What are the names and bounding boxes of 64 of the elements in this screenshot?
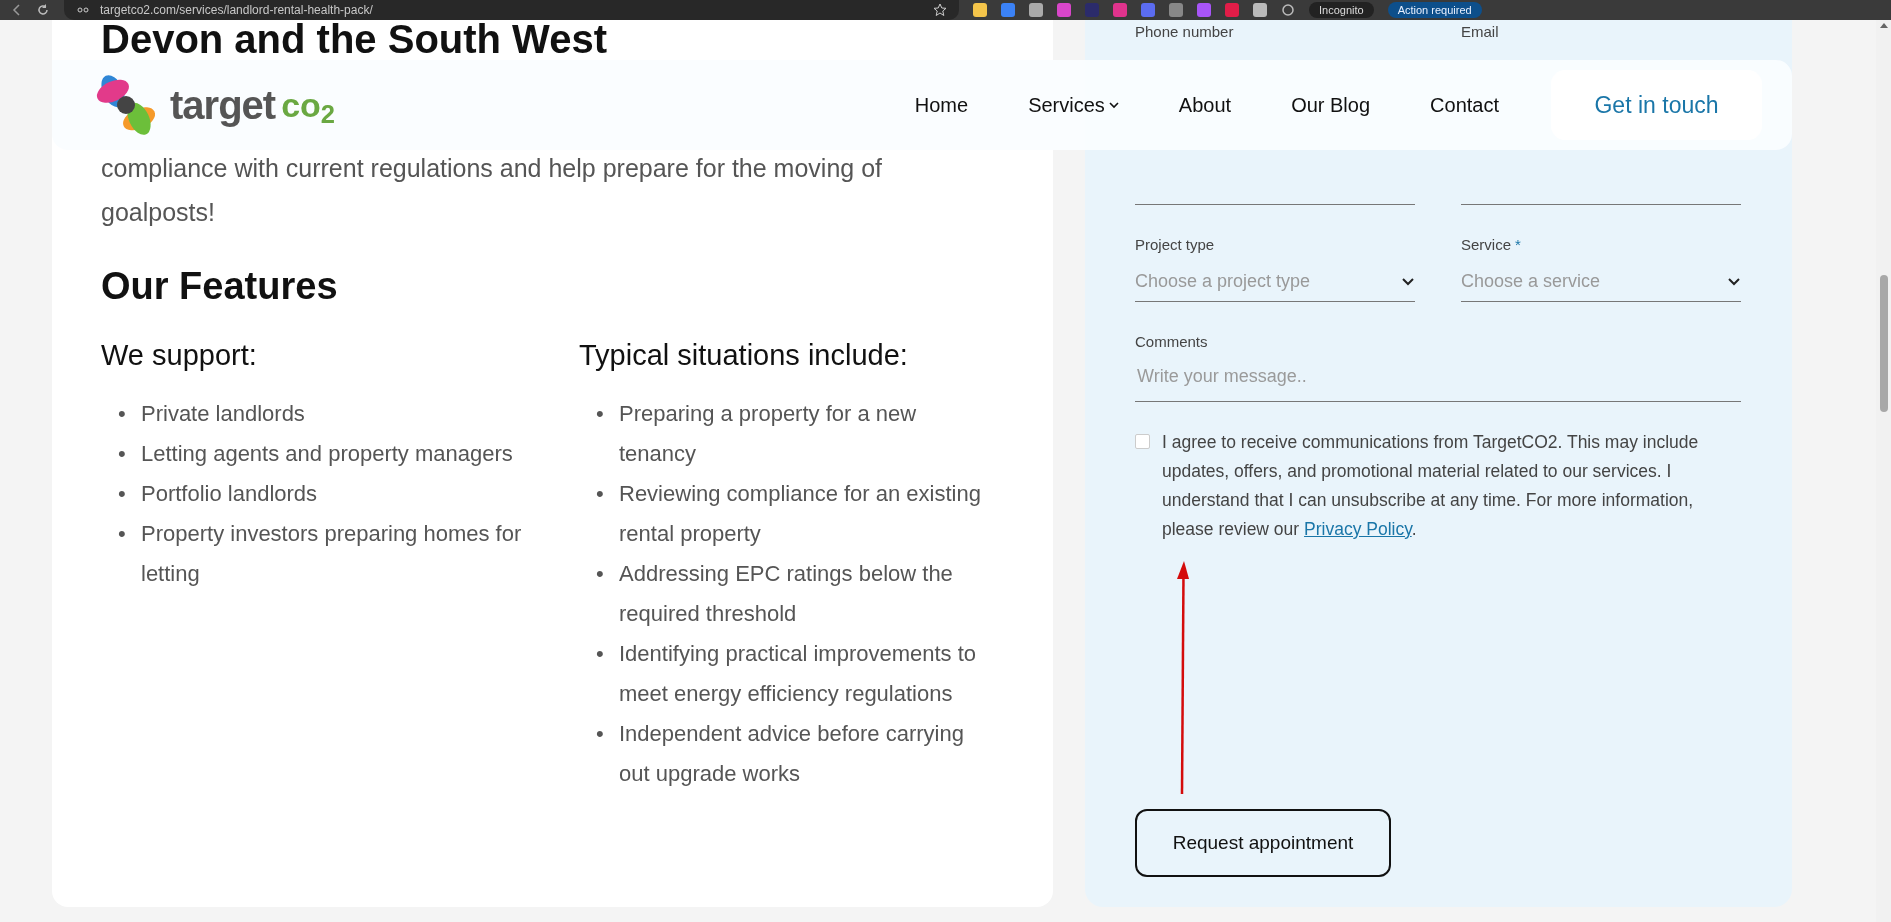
field-label: Service — [1461, 236, 1512, 253]
message-field[interactable]: Write your message.. — [1135, 352, 1741, 402]
list-item: Private landlords — [141, 400, 305, 429]
back-icon[interactable] — [10, 3, 22, 17]
reload-icon[interactable] — [36, 3, 50, 17]
list-item: Property investors preparing homes for letting — [141, 520, 523, 589]
get-in-touch-button[interactable]: Get in touch — [1551, 70, 1762, 140]
nav-link[interactable]: Services — [1028, 90, 1119, 120]
consent-text: I agree to receive communications from TargetCO2. This may include updates, offers, and promotional material related to our services. I understand that I can unsubscribe at any time. For more information, please review our Privacy Policy. — [1162, 431, 1700, 541]
list-item: Independent advice before carrying out upgrade works — [619, 720, 965, 789]
extension-icon[interactable] — [1029, 3, 1043, 17]
privacy-policy-link[interactable]: Privacy Policy — [1304, 519, 1412, 539]
extension-icon[interactable] — [1197, 3, 1211, 17]
extension-icon[interactable] — [1057, 3, 1071, 17]
logo-mark: co$_{2}$ — [281, 84, 335, 130]
nav-link[interactable]: Home — [914, 90, 969, 120]
nav-link[interactable]: Contact — [1430, 90, 1499, 120]
submit-button[interactable]: Request appointment — [1135, 809, 1391, 877]
required-mark: * — [1515, 236, 1521, 253]
profile-chip[interactable]: Incognito — [1309, 2, 1374, 18]
field-label: Email — [1461, 22, 1500, 42]
list-item: Addressing EPC ratings below the required threshold — [619, 560, 954, 629]
column-heading: Typical situations include: — [579, 337, 909, 373]
list-item: Identifying practical improvements to meet energy efficiency regulations — [619, 640, 978, 709]
bullet: • — [596, 640, 605, 669]
logo-word: target — [170, 82, 276, 129]
extension-icon[interactable] — [1225, 3, 1239, 17]
extension-icon[interactable] — [1253, 3, 1267, 17]
url-text: targetco2.com/services/landlord-rental-health-pack/ — [100, 3, 373, 17]
list-item: Reviewing compliance for an existing rental property — [619, 480, 982, 549]
extension-icon[interactable] — [1001, 3, 1015, 17]
nav-link[interactable]: Our Blog — [1291, 90, 1371, 120]
intro-text: compliance with current regulations and help prepare for the moving of goalposts! — [101, 153, 883, 228]
bullet: • — [596, 560, 605, 589]
chevron-down-icon — [1108, 100, 1119, 110]
bullet: • — [118, 400, 127, 429]
page-heading: Devon and the South West — [101, 20, 608, 58]
nav-link[interactable]: About — [1178, 90, 1232, 120]
chevron-down-icon — [1401, 275, 1415, 287]
extension-icon[interactable] — [1169, 3, 1183, 17]
star-icon[interactable] — [933, 3, 947, 17]
address-bar[interactable]: targetco2.com/services/landlord-rental-health-pack/ — [64, 0, 959, 20]
chevron-down-icon — [1727, 275, 1741, 287]
scroll-thumb[interactable] — [1879, 275, 1888, 412]
bullet: • — [118, 440, 127, 469]
list-item: Letting agents and property managers — [141, 440, 513, 469]
bullet: • — [118, 520, 127, 549]
field-label: Comments — [1135, 332, 1209, 352]
bullet: • — [118, 480, 127, 509]
section-heading: Our Features — [101, 264, 339, 309]
field-label: Project type — [1135, 235, 1216, 255]
list-item: Portfolio landlords — [141, 480, 318, 509]
bullet: • — [596, 480, 605, 509]
field-label: Phone number — [1135, 22, 1235, 42]
extension-icon[interactable] — [973, 3, 987, 17]
extension-icon[interactable] — [1113, 3, 1127, 17]
bullet: • — [596, 720, 605, 749]
bullet: • — [596, 400, 605, 429]
consent-checkbox[interactable] — [1135, 434, 1150, 449]
action-chip[interactable]: Action required — [1387, 2, 1482, 18]
extension-icon[interactable] — [1085, 3, 1099, 17]
extension-icon[interactable] — [1141, 3, 1155, 17]
list-item: Preparing a property for a new tenancy — [619, 400, 918, 469]
column-heading: We support: — [101, 337, 258, 373]
